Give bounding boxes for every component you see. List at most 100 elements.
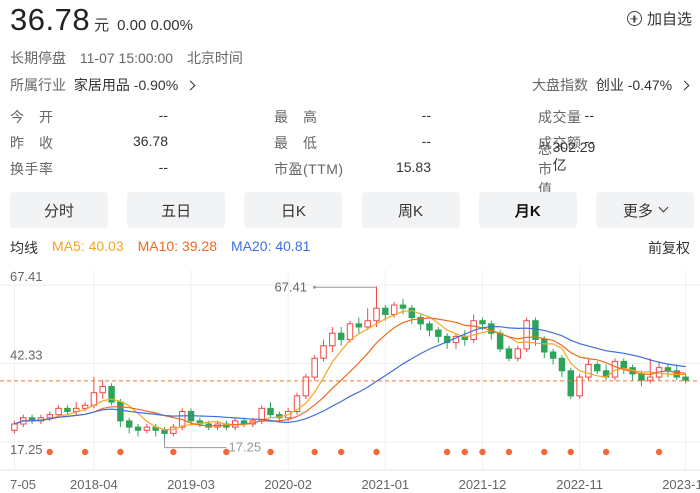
- candle-body: [647, 376, 654, 381]
- candle-body: [435, 329, 442, 337]
- ma-legend: 均线 MA5: 40.03 MA10: 39.28 MA20: 40.81: [10, 238, 324, 258]
- event-marker-dot: [373, 448, 380, 456]
- event-marker-dot: [443, 448, 451, 456]
- candle-body: [143, 426, 151, 431]
- event-marker-dot: [602, 448, 610, 456]
- candle-body: [329, 332, 336, 347]
- event-marker-dot: [223, 448, 230, 456]
- price-unit: 元: [94, 17, 110, 34]
- candle-body: [55, 407, 62, 416]
- stats-row: 换手率 -- 市盈(TTM) 15.83 总市值 302.29亿: [10, 139, 694, 197]
- candle-body: [558, 357, 566, 372]
- candle-body: [346, 323, 354, 340]
- stat-high: 最 高 --: [274, 107, 431, 125]
- kline-chart[interactable]: 67.41 42.33 17.25 67.41 17.25 7-05 2018-04 2019…: [0, 258, 700, 493]
- x-axis-label: 2020-02: [264, 477, 312, 492]
- event-marker-dot: [655, 448, 663, 456]
- y-axis-label: 67.41: [10, 269, 43, 284]
- candle-body: [320, 345, 327, 359]
- candle-body: [302, 376, 310, 397]
- suspension-status: 长期停盘: [10, 50, 66, 66]
- candle-body: [355, 323, 363, 328]
- candle-body: [514, 348, 522, 359]
- candle-body: [170, 426, 177, 434]
- industry-label: 所属行业: [10, 77, 66, 93]
- stat-volume: 成交量 --: [538, 107, 594, 125]
- event-marker-dot: [337, 448, 345, 456]
- x-axis-label: 2022-11: [556, 477, 603, 492]
- candle-body: [46, 414, 53, 419]
- candle-body: [382, 307, 389, 315]
- price-change: 0.00 0.00%: [117, 17, 193, 34]
- stat-low: 最 低 --: [274, 133, 431, 151]
- tab-daily-k[interactable]: 日K: [244, 192, 343, 228]
- legend-title: 均线: [10, 240, 38, 256]
- tab-five-day[interactable]: 五日: [127, 192, 226, 228]
- event-marker-dot: [117, 448, 124, 456]
- candle-body: [267, 407, 274, 416]
- candle-body: [585, 364, 592, 378]
- candle-body: [337, 332, 345, 340]
- min-price-annotation: 17.25: [229, 440, 262, 455]
- tab-intraday[interactable]: 分时: [10, 192, 108, 228]
- candle-body: [594, 364, 601, 372]
- candle-body: [311, 357, 318, 378]
- event-marker-dot: [46, 448, 53, 456]
- adjust-mode-button[interactable]: 前复权: [648, 238, 690, 258]
- candle-body: [161, 429, 168, 434]
- candle-body: [11, 423, 18, 431]
- candle-body: [373, 307, 380, 322]
- status-datetime: 11-07 15:00:00: [79, 50, 174, 66]
- event-marker-dot: [567, 448, 574, 456]
- candle-body: [620, 360, 628, 369]
- candle-body: [505, 348, 513, 359]
- event-marker-dot: [541, 448, 548, 456]
- candle-body: [364, 320, 371, 328]
- market-index-value: 创业 -0.47%: [595, 77, 673, 93]
- event-marker-dot: [267, 448, 274, 456]
- industry-value: 家居用品 -0.90%: [73, 77, 179, 93]
- add-watchlist-button[interactable]: 加自选: [626, 8, 692, 29]
- status-timezone: 北京时间: [186, 50, 243, 66]
- candle-body: [496, 332, 504, 350]
- x-axis-label: 2021-01: [361, 477, 409, 492]
- x-axis-label: 2018-04: [70, 477, 118, 492]
- event-marker-dot: [81, 448, 89, 456]
- candle-body: [134, 426, 142, 431]
- stats-row: 今 开 -- 最 高 -- 成交量 --: [10, 104, 694, 130]
- stat-market-cap: 总市值 302.29亿: [538, 139, 596, 197]
- market-index-link[interactable]: 大盘指数 创业 -0.47%: [531, 75, 690, 95]
- stats-table: 今 开 -- 最 高 -- 成交量 -- 昨 收 36.78 最 低 -- 成交额 -- 换…: [10, 104, 694, 197]
- max-annotation-dot: [312, 285, 316, 289]
- candle-body: [64, 407, 71, 412]
- legend-ma10: MA10: 39.28: [137, 238, 217, 254]
- tab-monthly-k[interactable]: 月K: [478, 192, 577, 228]
- candle-body: [399, 304, 407, 309]
- x-axis-label: 7-05: [10, 477, 36, 492]
- x-axis-label: 2021-12: [459, 477, 507, 492]
- candle-body: [576, 376, 583, 397]
- tab-weekly-k[interactable]: 周K: [361, 192, 460, 228]
- candle-body: [81, 404, 89, 409]
- stat-prev-close: 昨 收 36.78: [10, 133, 168, 151]
- y-axis-label: 42.33: [10, 348, 43, 363]
- max-price-annotation: 67.41: [274, 279, 307, 294]
- stat-turnover-rate: 换手率 --: [10, 159, 168, 177]
- tab-more[interactable]: 更多: [595, 192, 694, 228]
- add-watchlist-label: 加自选: [646, 11, 692, 28]
- candle-body: [426, 323, 433, 331]
- market-index-label: 大盘指数: [531, 77, 588, 93]
- y-axis-label: 17.25: [10, 442, 43, 457]
- candle-body: [479, 320, 486, 325]
- event-marker-dot: [479, 448, 486, 456]
- candle-body: [90, 392, 98, 406]
- candle-body: [523, 320, 530, 350]
- event-marker-dot: [170, 448, 177, 456]
- industry-link[interactable]: 所属行业 家居用品 -0.90%: [10, 75, 196, 95]
- x-axis-label: 2023-11: [662, 477, 700, 492]
- current-price: 36.78: [10, 2, 91, 37]
- x-axis-label: 2019-03: [167, 477, 215, 492]
- legend-ma20: MA20: 40.81: [231, 238, 311, 254]
- legend-ma5: MA5: 40.03: [52, 238, 124, 254]
- candle-body: [638, 373, 645, 381]
